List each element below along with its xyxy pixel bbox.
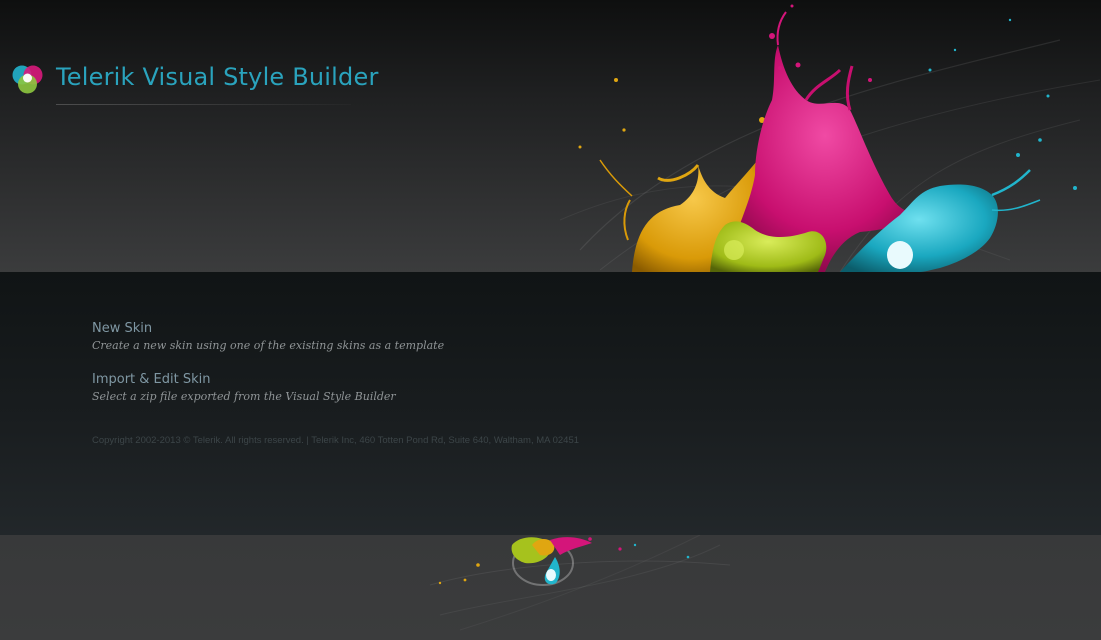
new-skin-action[interactable]: New Skin Create a new skin using one of … [92,321,444,352]
title-divider [56,104,351,105]
app-title: Telerik Visual Style Builder [56,63,379,91]
start-panel: New Skin Create a new skin using one of … [0,272,1101,535]
footer-area [0,535,1101,640]
paint-splash-illustration [559,4,1101,272]
import-edit-skin-description: Select a zip file exported from the Visu… [92,390,396,403]
new-skin-description: Create a new skin using one of the exist… [92,339,445,352]
hero-banner: Telerik Visual Style Builder [0,0,1101,272]
new-skin-link[interactable]: New Skin [92,321,444,336]
reflection-splash-illustration [429,535,731,631]
import-edit-skin-action[interactable]: Import & Edit Skin Select a zip file exp… [92,372,396,403]
copyright-text: Copyright 2002-2013 © Telerik. All right… [92,435,580,446]
import-edit-skin-link[interactable]: Import & Edit Skin [92,372,396,387]
telerik-logo-icon [10,62,46,96]
